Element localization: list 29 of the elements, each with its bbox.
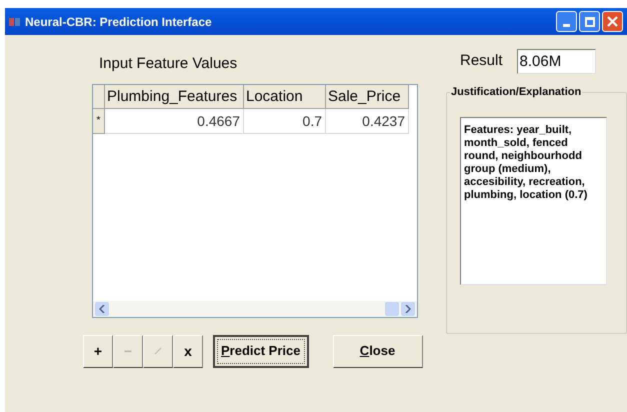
horizontal-scrollbar[interactable]	[93, 300, 417, 316]
minimize-button[interactable]	[556, 11, 577, 32]
dialog-button[interactable]: Close	[332, 334, 422, 368]
toolbar-button[interactable]: +	[83, 334, 113, 368]
grid-corner-header	[93, 84, 105, 108]
table-cell: 0.4237	[326, 108, 409, 134]
window-title: Neural-CBR: Prediction Interface	[25, 14, 212, 30]
scroll-right-button[interactable]	[401, 302, 415, 316]
scroll-left-button[interactable]	[95, 302, 109, 316]
section-title: Input Feature Values	[99, 54, 238, 74]
chevron-left-icon	[99, 304, 105, 312]
row-header[interactable]: *	[93, 108, 105, 134]
toolbar-button[interactable]: x	[173, 334, 203, 368]
close-icon	[607, 16, 618, 27]
column-header[interactable]: Plumbing_Features	[105, 84, 244, 108]
dialog-button[interactable]: Predict Price	[213, 334, 308, 368]
chevron-right-icon	[405, 304, 411, 312]
explanation-text-area: Features: year_built, month_sold, fenced round, neighbourhodd group (medium), accesibility, recreation, plumbing, location (0.7)	[460, 117, 607, 285]
table-cell: 0.7	[244, 108, 326, 134]
table-cell: 0.4667	[105, 108, 244, 134]
result-label: Result	[460, 51, 503, 72]
column-header[interactable]: Sale_Price	[326, 84, 409, 108]
scrollbar-thumb[interactable]	[385, 302, 399, 316]
group-title: Justification/Explanation	[450, 85, 582, 99]
result-field: 8.06M	[516, 49, 596, 74]
app-icon	[9, 16, 21, 26]
column-header[interactable]: Location	[244, 84, 326, 108]
maximize-button[interactable]	[579, 11, 600, 32]
close-button[interactable]	[602, 11, 623, 32]
